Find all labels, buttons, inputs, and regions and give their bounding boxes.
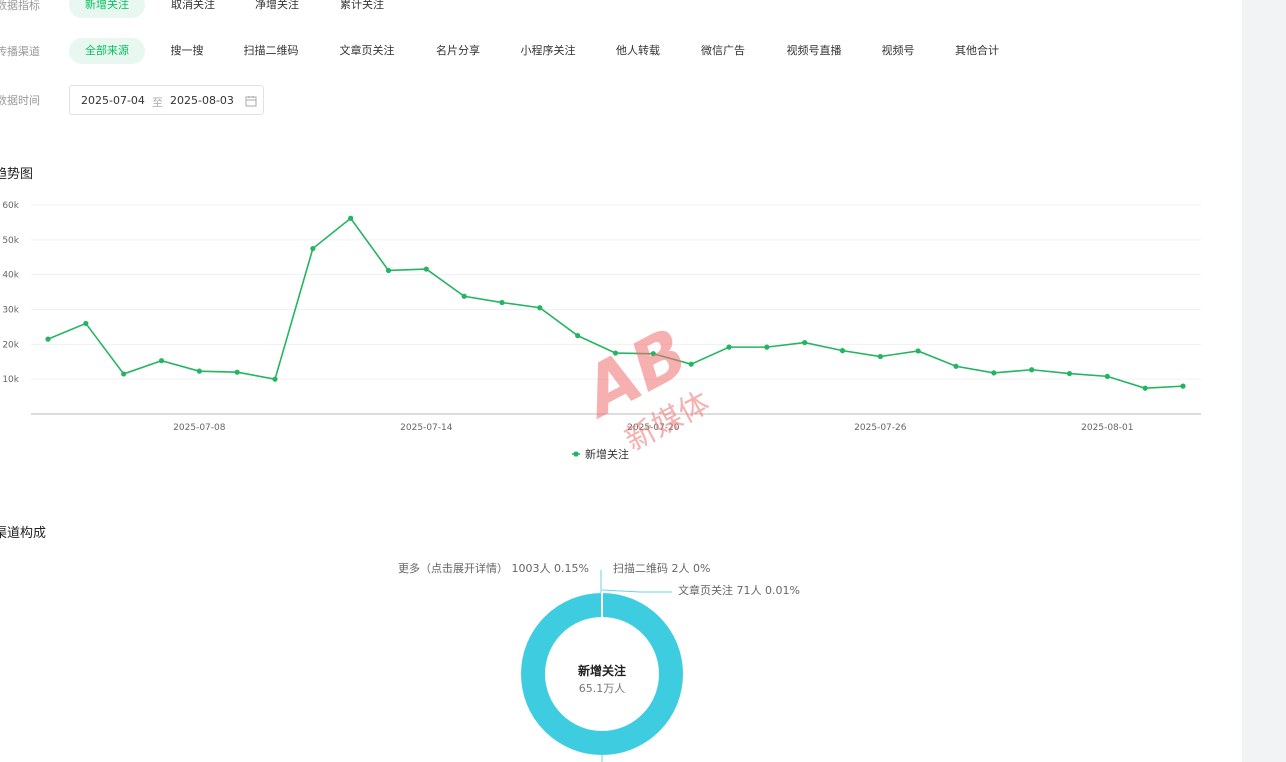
- data-point[interactable]: [650, 351, 656, 357]
- callout-qrcode: 扫描二维码 2人 0%: [613, 561, 710, 575]
- trend-line-chart: 10k 20k 30k 40k 50k 60k 2025-07-08 2025-07-14 20…: [2, 201, 1201, 461]
- data-point[interactable]: [121, 371, 127, 377]
- x-tick-label: 2025-07-14: [400, 423, 453, 433]
- data-point[interactable]: [423, 266, 429, 272]
- channel-tab-8[interactable]: 视频号直播: [771, 38, 858, 64]
- data-point[interactable]: [45, 336, 51, 342]
- metric-tab-1[interactable]: 取消关注: [155, 0, 231, 18]
- data-point[interactable]: [83, 320, 89, 327]
- data-point[interactable]: [310, 245, 316, 252]
- y-tick-label: 50k: [2, 236, 19, 246]
- channel-tab-0[interactable]: 全部来源: [69, 38, 145, 64]
- data-point[interactable]: [991, 370, 997, 376]
- callout-more[interactable]: 更多（点击展开详情） 1003人 0.15%: [398, 561, 589, 575]
- channel-donut-chart: 更多（点击展开详情） 1003人 0.15% 扫描二维码 2人 0% 文章页关注…: [398, 561, 800, 762]
- legend-label: 新增关注: [585, 447, 629, 461]
- page-scrollbar[interactable]: [1242, 0, 1286, 762]
- data-point[interactable]: [764, 344, 770, 350]
- channel-tab-3[interactable]: 文章页关注: [324, 38, 411, 64]
- data-point[interactable]: [1180, 383, 1186, 389]
- data-point[interactable]: [612, 350, 619, 356]
- data-point[interactable]: [688, 361, 694, 367]
- metric-tab-0[interactable]: 新增关注: [69, 0, 145, 18]
- y-tick-label: 20k: [2, 340, 19, 350]
- data-point[interactable]: [499, 299, 505, 306]
- data-point[interactable]: [877, 353, 883, 360]
- legend-marker: [573, 451, 579, 457]
- series-line-new-follows: [47, 217, 1184, 390]
- data-point[interactable]: [575, 333, 581, 339]
- channel-tab-5[interactable]: 小程序关注: [505, 38, 592, 64]
- date-end[interactable]: 2025-08-03: [170, 94, 234, 107]
- data-point[interactable]: [1104, 373, 1110, 379]
- data-point[interactable]: [537, 305, 543, 311]
- channel-tab-6[interactable]: 他人转载: [600, 38, 676, 64]
- data-point[interactable]: [1142, 385, 1148, 391]
- data-point[interactable]: [385, 267, 392, 274]
- data-point[interactable]: [839, 348, 846, 354]
- date-separator: 至: [152, 96, 163, 109]
- metric-tab-2[interactable]: 净增关注: [239, 0, 315, 18]
- donut-center-value: 65.1万人: [579, 682, 626, 695]
- callout-line-article: [601, 589, 672, 593]
- data-point[interactable]: [953, 363, 959, 369]
- channel-tab-10[interactable]: 其他合计: [939, 38, 1015, 64]
- time-filter-label: 数据时间: [0, 94, 40, 107]
- channel-tab-9[interactable]: 视频号: [866, 38, 931, 64]
- trend-section-title: 趋势图: [0, 167, 34, 182]
- data-point[interactable]: [802, 339, 808, 346]
- y-tick-label: 10k: [2, 375, 19, 385]
- date-start[interactable]: 2025-07-04: [81, 94, 145, 107]
- channel-tab-1[interactable]: 搜一搜: [155, 38, 220, 64]
- metric-tab-3[interactable]: 累计关注: [324, 0, 400, 18]
- data-point[interactable]: [348, 215, 354, 221]
- data-point[interactable]: [158, 358, 165, 364]
- x-tick-label: 2025-07-08: [173, 423, 226, 433]
- callout-article: 文章页关注 71人 0.01%: [678, 583, 800, 597]
- channel-tab-4[interactable]: 名片分享: [420, 38, 496, 64]
- channel-tab-2[interactable]: 扫描二维码: [228, 38, 315, 64]
- data-point[interactable]: [1066, 370, 1073, 377]
- x-tick-label: 2025-07-26: [854, 423, 907, 433]
- y-tick-label: 40k: [2, 271, 19, 281]
- data-point[interactable]: [461, 293, 467, 299]
- metric-filter-label: 数据指标: [0, 0, 40, 12]
- donut-center-title: 新增关注: [578, 663, 626, 678]
- data-point[interactable]: [196, 368, 202, 374]
- data-point[interactable]: [234, 369, 240, 375]
- data-point[interactable]: [272, 376, 278, 382]
- y-tick-label: 30k: [2, 306, 19, 316]
- data-point[interactable]: [915, 348, 921, 354]
- channel-filter-label: 传播渠道: [0, 45, 40, 58]
- data-point[interactable]: [1029, 367, 1035, 373]
- channel-section-title: 渠道构成: [0, 526, 47, 541]
- x-tick-label: 2025-08-01: [1081, 423, 1133, 433]
- date-range-picker[interactable]: 2025-07-04 至 2025-08-03: [69, 85, 264, 115]
- channel-tab-7[interactable]: 微信广告: [685, 38, 761, 64]
- calendar-icon[interactable]: [245, 95, 257, 107]
- y-tick-label: 60k: [2, 201, 19, 211]
- x-tick-label: 2025-07-20: [627, 423, 680, 433]
- data-point[interactable]: [726, 344, 732, 350]
